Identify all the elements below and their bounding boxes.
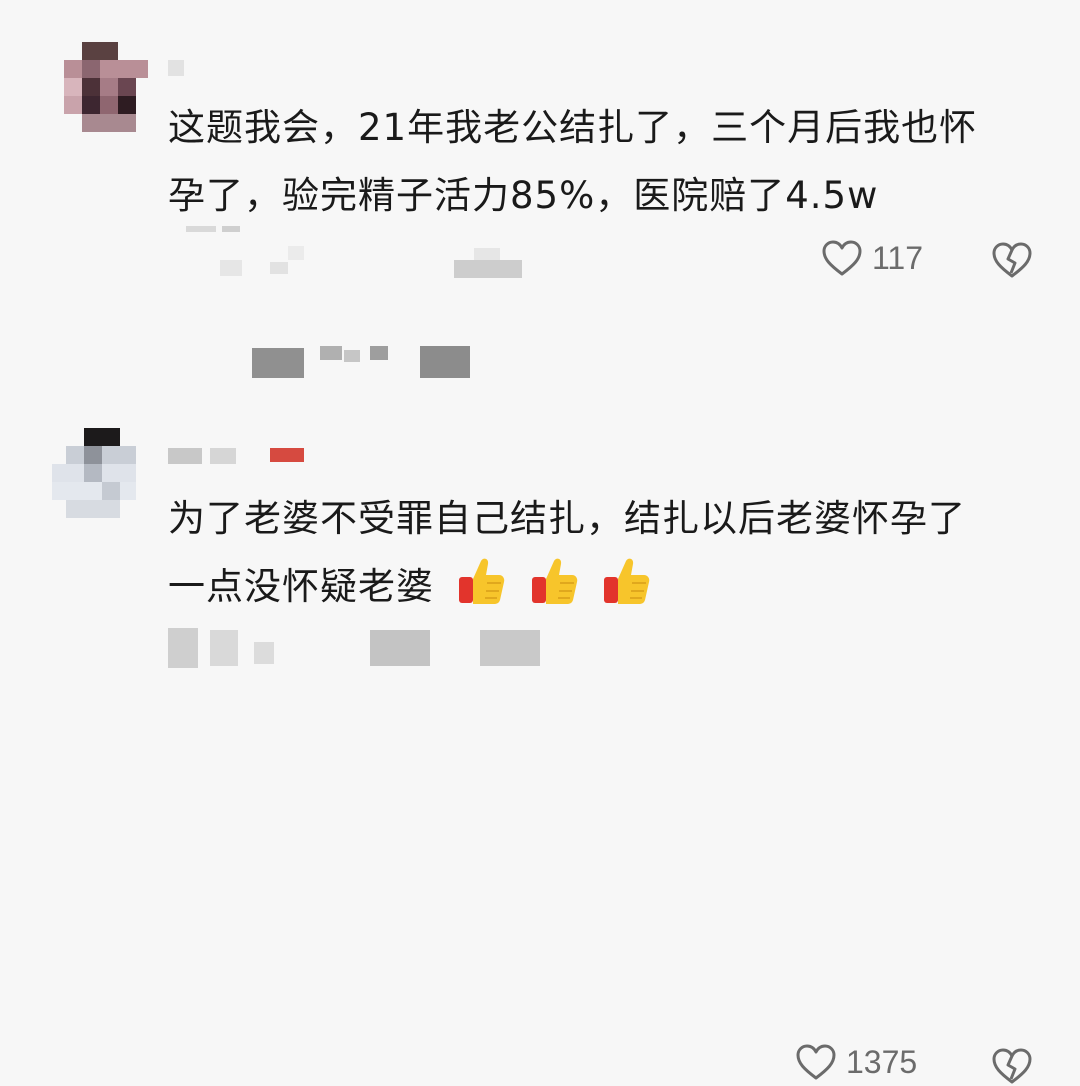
broken-heart-icon[interactable] <box>990 1046 1034 1086</box>
meta-blurred <box>168 628 198 668</box>
view-replies-blurred[interactable] <box>320 346 342 360</box>
like-count: 117 <box>872 239 924 276</box>
meta-blurred <box>474 248 500 260</box>
heart-outline-icon <box>796 1044 836 1080</box>
comment-text-line: 为了老婆不受罪自己结扎，结扎以后老婆怀孕了 <box>168 497 966 540</box>
meta-blurred <box>254 642 274 664</box>
meta-blurred <box>220 260 242 276</box>
meta-blurred <box>370 630 430 666</box>
meta-blurred <box>210 630 238 666</box>
emoji-group <box>453 553 659 629</box>
meta-blurred <box>288 246 304 260</box>
avatar[interactable] <box>52 428 136 524</box>
thumbs-up-icon <box>531 558 577 604</box>
comment-item: 为了老婆不受罪自己结扎，结扎以后老婆怀孕了 一点没怀疑老婆 1375 <box>0 420 1080 1084</box>
username-blurred[interactable] <box>168 60 184 76</box>
comment-text-line: 这题我会，21年我老公结扎了，三个月后我也怀 <box>168 106 978 149</box>
comment-text-line: 一点没怀疑老婆 <box>168 565 434 608</box>
like-button[interactable]: 117 <box>820 238 923 278</box>
meta-blurred <box>186 226 216 232</box>
meta-blurred <box>454 260 522 278</box>
like-button[interactable]: 1375 <box>794 1042 917 1082</box>
comment-text-line: 孕了，验完精子活力85%，医院赔了4.5w <box>168 174 879 217</box>
comment-item: 这题我会，21年我老公结扎了，三个月后我也怀 孕了，验完精子活力85%，医院赔了… <box>0 0 1080 420</box>
broken-heart-icon[interactable] <box>990 240 1034 280</box>
view-replies-blurred[interactable] <box>370 346 388 360</box>
like-count: 1375 <box>846 1043 918 1080</box>
thumbs-up-icon <box>458 558 505 604</box>
meta-blurred <box>270 262 288 274</box>
meta-blurred <box>222 226 240 232</box>
meta-blurred <box>480 630 540 666</box>
heart-outline-icon <box>822 240 862 276</box>
view-replies-blurred[interactable] <box>252 348 304 378</box>
avatar[interactable] <box>64 42 148 138</box>
username-blurred[interactable] <box>168 448 202 464</box>
view-replies-blurred[interactable] <box>344 350 360 362</box>
username-blurred <box>210 448 236 464</box>
view-replies-blurred[interactable] <box>420 346 470 378</box>
comment-text: 为了老婆不受罪自己结扎，结扎以后老婆怀孕了 一点没怀疑老婆 <box>168 485 1028 629</box>
comment-text: 这题我会，21年我老公结扎了，三个月后我也怀 孕了，验完精子活力85%，医院赔了… <box>168 94 1028 230</box>
thumbs-up-icon <box>604 558 650 604</box>
badge-blurred <box>270 448 304 462</box>
